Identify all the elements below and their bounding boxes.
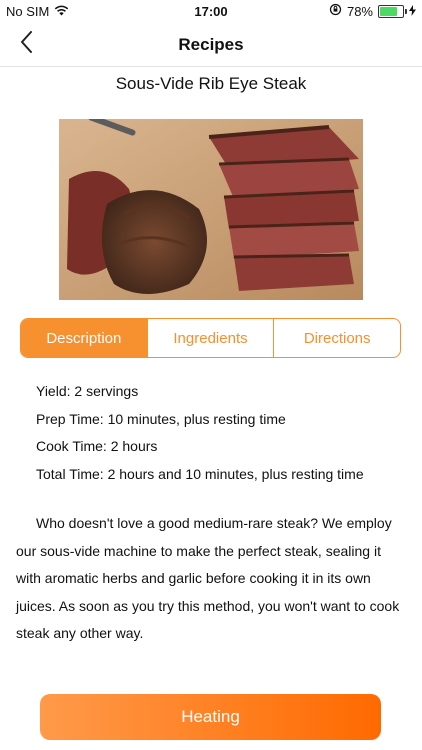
battery-fill (380, 6, 397, 16)
cook-time-text: Cook Time: 2 hours (36, 438, 158, 454)
recipe-title: Sous-Vide Rib Eye Steak (115, 74, 307, 93)
charging-bolt-icon (409, 4, 416, 19)
orientation-lock-icon (329, 3, 342, 19)
tab-directions[interactable]: Directions (273, 319, 400, 357)
sliced-steak-photo (59, 119, 363, 300)
tab-description[interactable]: Description (21, 319, 147, 357)
heating-button[interactable]: Heating (40, 694, 381, 740)
yield-text: Yield: 2 servings (36, 383, 139, 399)
recipe-details: Yield: 2 servings Prep Time: 10 minutes,… (36, 378, 364, 488)
recipe-description: Who doesn't love a good medium-rare stea… (16, 515, 400, 641)
total-time-text: Total Time: 2 hours and 10 minutes, plus… (36, 465, 364, 482)
nav-bar: Recipes (0, 22, 422, 67)
tab-directions-label: Directions (303, 329, 371, 347)
tab-ingredients[interactable]: Ingredients (146, 319, 274, 357)
heating-button-label: Heating (181, 707, 240, 726)
battery-icon (378, 4, 407, 18)
recipe-image (59, 119, 363, 300)
battery-cap (405, 8, 407, 14)
nav-title: Recipes (178, 35, 244, 54)
prep-time-text: Prep Time: 10 minutes, plus resting time (36, 410, 286, 427)
status-right: 78% (329, 3, 416, 19)
status-bar: No SIM 17:00 78% (0, 0, 422, 22)
tab-description-label: Description (46, 329, 122, 347)
battery-percent: 78% (346, 3, 373, 19)
recipe-tabs: Description Ingredients Directions (20, 318, 401, 358)
tab-ingredients-label: Ingredients (173, 329, 248, 347)
